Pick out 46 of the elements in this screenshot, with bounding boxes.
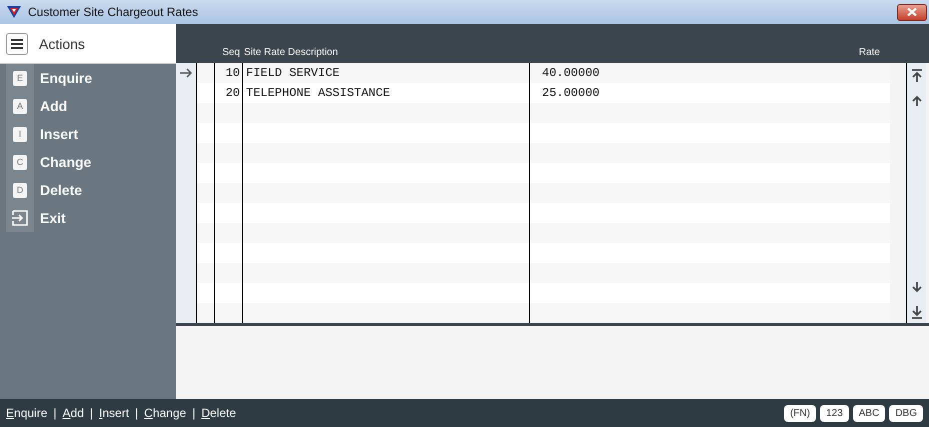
table-cell: 40.00000	[542, 66, 600, 80]
table-cell: 20	[226, 86, 240, 100]
key-icon: E	[13, 70, 27, 86]
logo-icon	[6, 5, 22, 19]
column-header: Seq	[221, 47, 240, 58]
mode-button[interactable]: 123	[820, 404, 849, 422]
action-item[interactable]: E Enquire	[0, 64, 176, 92]
status-link[interactable]: Change	[144, 406, 186, 420]
scroll-down-icon[interactable]	[910, 281, 922, 293]
table-cell: 25.00000	[542, 86, 600, 100]
status-link[interactable]: Delete	[201, 406, 236, 420]
action-item[interactable]: D Delete	[0, 176, 176, 204]
window-title: Customer Site Chargeout Rates	[28, 5, 200, 19]
menu-icon	[11, 38, 23, 48]
action-item[interactable]: A Add	[0, 92, 176, 120]
action-item[interactable]: I Insert	[0, 120, 176, 148]
key-icon: D	[13, 182, 27, 198]
mode-button[interactable]: (FN)	[784, 404, 816, 422]
separator: |	[53, 406, 56, 420]
key-icon: C	[13, 154, 27, 170]
column-header: Site Rate Description	[243, 47, 339, 58]
table-row[interactable]: 20 TELEPHONE ASSISTANCE 25.00000	[197, 83, 890, 103]
status-link[interactable]: Insert	[99, 406, 130, 420]
scroll-bottom-icon[interactable]	[910, 305, 922, 319]
key-icon: A	[13, 98, 27, 114]
separator: |	[192, 406, 196, 420]
table-cell: FIELD SERVICE	[246, 66, 340, 80]
column-header: Rate	[858, 47, 881, 58]
action-item[interactable]: Exit	[0, 204, 176, 232]
close-icon	[907, 8, 917, 16]
menu-button[interactable]	[6, 32, 28, 54]
table-cell: TELEPHONE ASSISTANCE	[246, 86, 390, 100]
exit-icon	[12, 210, 28, 226]
status-link[interactable]: Enquire	[6, 406, 48, 420]
mode-button[interactable]: DBG	[889, 404, 923, 422]
mode-button[interactable]: ABC	[852, 404, 886, 422]
scroll-top-icon[interactable]	[910, 69, 922, 83]
close-button[interactable]	[897, 4, 927, 20]
sidebar-title: Actions	[39, 36, 85, 52]
key-icon: I	[13, 126, 27, 142]
status-link[interactable]: Add	[62, 406, 84, 420]
table-cell: 10	[226, 66, 240, 80]
separator: |	[90, 406, 93, 420]
scroll-up-icon[interactable]	[910, 95, 922, 107]
separator: |	[135, 406, 138, 420]
action-item[interactable]: C Change	[0, 148, 176, 176]
